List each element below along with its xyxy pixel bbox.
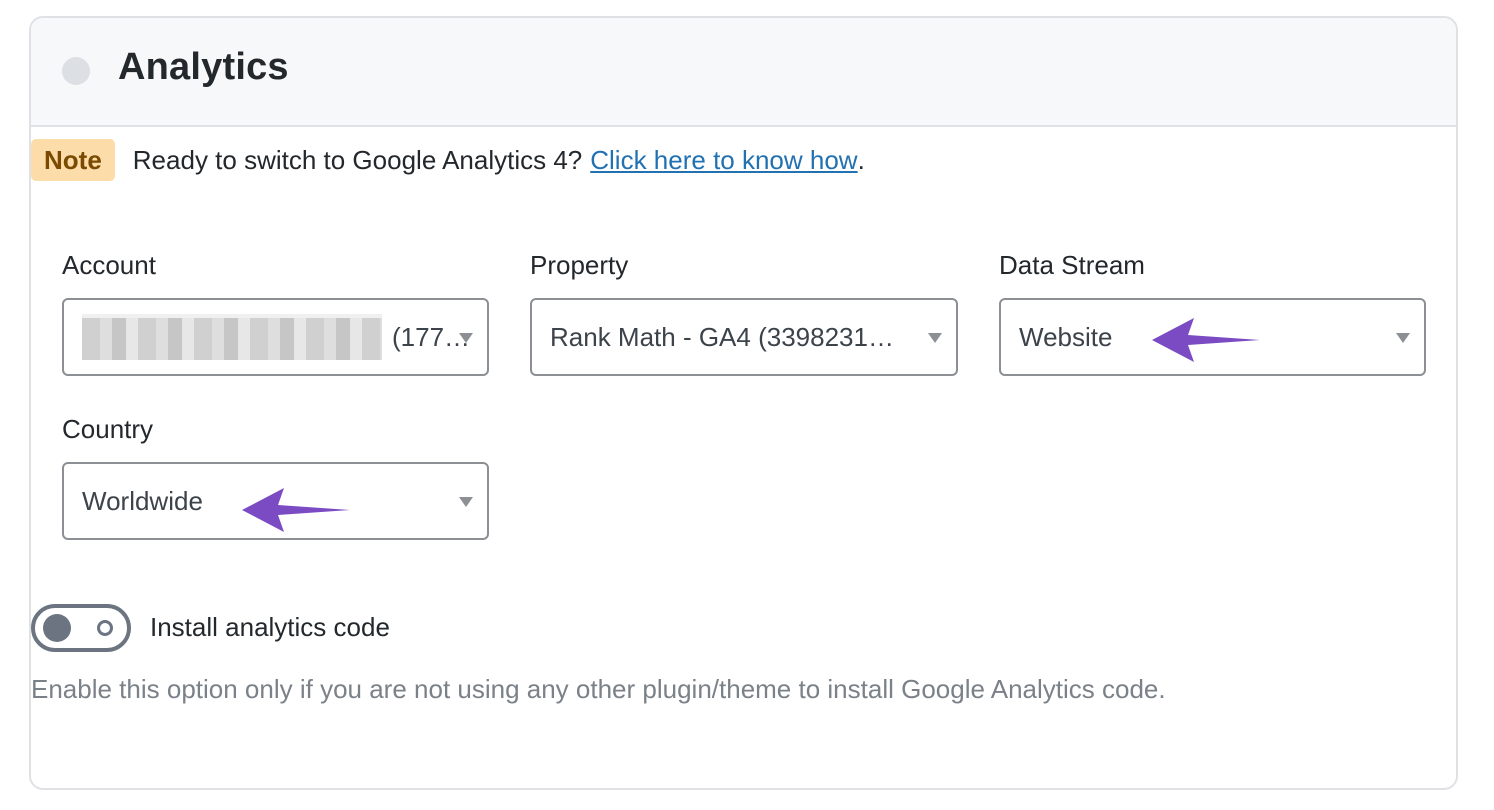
arrow-pointer-icon <box>242 488 350 532</box>
card-title: Analytics <box>118 46 289 88</box>
chevron-down-icon <box>1396 333 1410 343</box>
install-analytics-help: Enable this option only if you are not u… <box>31 674 1166 704</box>
account-select[interactable]: (177… <box>62 298 489 376</box>
property-select[interactable]: Rank Math - GA4 (3398231… <box>530 298 958 376</box>
toggle-off-icon <box>97 620 113 636</box>
note-row: Note Ready to switch to Google Analytics… <box>31 138 865 182</box>
country-label: Country <box>62 414 154 444</box>
data-stream-label: Data Stream <box>999 250 1145 280</box>
note-text: Ready to switch to Google Analytics 4? <box>132 144 583 175</box>
install-analytics-label: Install analytics code <box>150 612 390 642</box>
chevron-down-icon <box>928 333 942 343</box>
arrow-pointer-icon <box>1152 318 1260 362</box>
obscured-account-name <box>82 314 382 360</box>
property-value: Rank Math - GA4 (3398231… <box>550 321 894 352</box>
chevron-down-icon <box>459 333 473 343</box>
country-value: Worldwide <box>82 485 203 516</box>
card-header: Analytics <box>31 18 1456 127</box>
status-dot-icon <box>62 57 90 85</box>
toggle-knob <box>43 614 71 642</box>
account-label: Account <box>62 250 156 280</box>
note-badge: Note <box>31 139 115 181</box>
install-analytics-toggle[interactable] <box>31 604 131 652</box>
chevron-down-icon <box>459 497 473 507</box>
property-label: Property <box>530 250 629 280</box>
note-suffix: . <box>857 144 865 175</box>
data-stream-value: Website <box>1019 321 1113 352</box>
ga4-help-link[interactable]: Click here to know how <box>590 145 857 176</box>
